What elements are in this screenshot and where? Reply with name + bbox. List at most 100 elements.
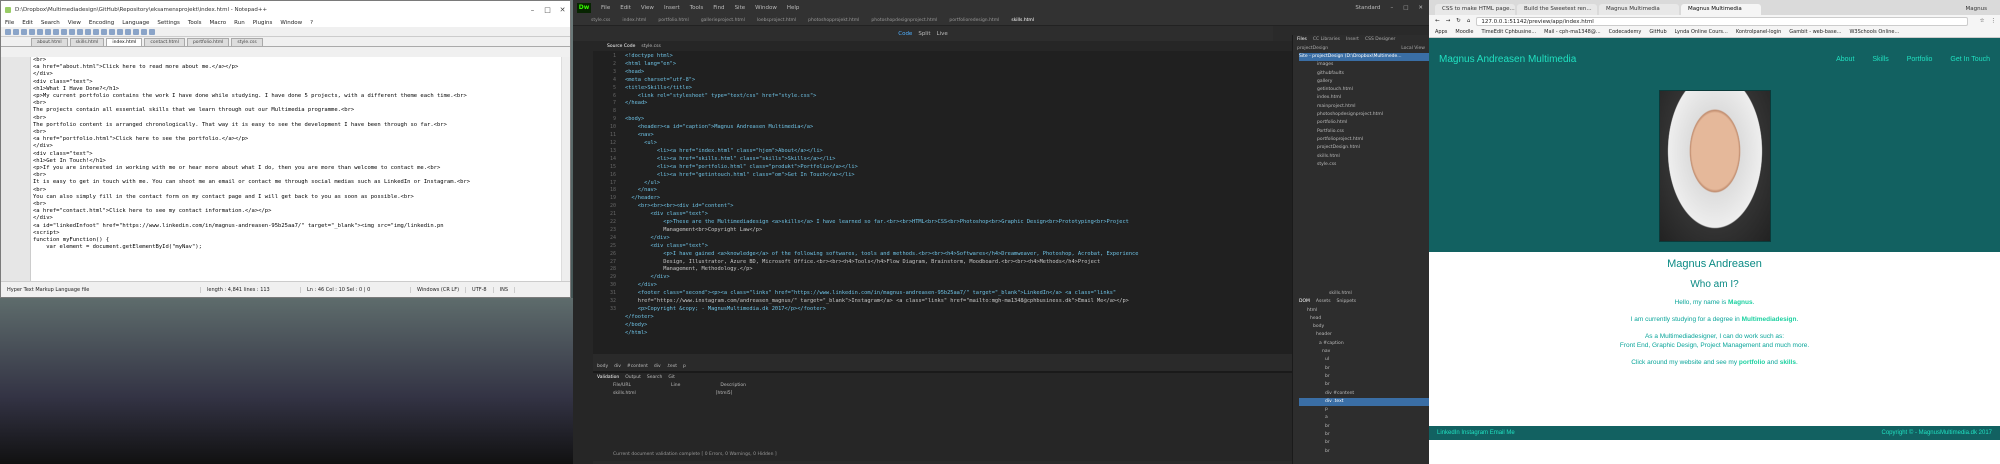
skills-link[interactable]: skills [1780,359,1796,366]
zoom-in-icon[interactable] [109,28,115,35]
file-tab[interactable]: portfolio.html [186,38,230,46]
file-item[interactable]: skills.html [1299,153,1429,161]
file-item[interactable]: gallery [1299,78,1429,86]
nav-about[interactable]: About [1836,56,1854,63]
file-item[interactable]: images [1299,61,1429,69]
tab-files[interactable]: Files [1297,37,1307,42]
source-code-tab[interactable]: Source Code [607,44,635,49]
replace-icon[interactable] [101,28,107,35]
file-tab[interactable]: photoshopprojekt.html [808,18,859,23]
dom-node[interactable]: br [1299,448,1430,456]
menu-item[interactable]: View [641,5,654,11]
bookmark[interactable]: Moodle [1455,29,1473,35]
reload-icon[interactable]: ↻ [1456,18,1461,24]
menu-item[interactable]: Tools [188,20,202,26]
dom-node[interactable]: br [1299,365,1430,373]
code-line[interactable]: <br> [33,129,561,136]
paste-icon[interactable] [69,28,75,35]
code-line[interactable]: <a href="portfolio.html">Click here to s… [33,136,561,143]
file-item[interactable]: mainproject.html [1299,103,1429,111]
tab-output[interactable]: Output [625,375,641,380]
file-tab[interactable]: skills.html [69,38,105,46]
menu-item[interactable]: Settings [157,20,180,26]
menu-item[interactable]: Search [41,20,60,26]
menu-item[interactable]: Encoding [89,20,114,26]
code-line[interactable]: var element = document.getElementById("m… [33,244,561,251]
menu-item[interactable]: Language [122,20,149,26]
record-macro-icon[interactable] [141,28,147,35]
code-line[interactable]: </div> [33,71,561,78]
minimize-icon[interactable]: – [525,6,540,14]
notepad-code[interactable]: <br> <a href="about.html">Click here to r… [31,57,561,283]
files-tree[interactable]: Site - projectDesign (D:\Dropbox\Multime… [1293,53,1429,169]
workspace-select[interactable]: Standard [1355,5,1380,11]
site-select[interactable]: projectDesign [1297,46,1328,51]
tab-dom[interactable]: DOM [1299,298,1310,306]
file-item[interactable]: style.css [1299,161,1429,169]
bookmark[interactable]: W3Schools Online... [1849,29,1899,35]
tab-css-designer[interactable]: CSS Designer [1365,37,1395,42]
browser-tab[interactable]: Build the Sweetest ren... [1517,4,1597,15]
dom-node[interactable]: ul [1299,356,1430,364]
menu-item[interactable]: Help [787,5,800,11]
bookmark-apps[interactable]: Apps [1435,29,1447,35]
code-line[interactable]: </div> [33,143,561,150]
view-live-button[interactable]: Live [937,31,948,37]
play-macro-icon[interactable] [149,28,155,35]
menu-item[interactable]: Site [735,5,746,11]
notepad-editor[interactable]: <br> <a href="about.html">Click here to r… [1,57,570,283]
tag-crumb[interactable]: div [614,364,621,369]
tag-crumb[interactable]: div [654,364,661,369]
file-tab[interactable]: loebsproject.html [757,18,796,23]
tab-snippets[interactable]: Snippets [1337,298,1357,306]
menu-item[interactable]: ? [310,20,313,26]
menu-item[interactable]: Edit [620,5,631,11]
tag-crumb[interactable]: .text [667,364,677,369]
code-line[interactable]: <br> [33,187,561,194]
related-file-tab[interactable]: style.css [641,44,660,49]
code-line[interactable]: function myFunction() { [33,237,561,244]
dom-node[interactable]: html [1299,307,1430,315]
code-line[interactable]: <a href="about.html">Click here to read … [33,64,561,71]
tab-search[interactable]: Search [647,375,662,380]
menu-item[interactable]: File [5,20,14,26]
file-tab[interactable]: style.css [591,18,610,23]
menu-icon[interactable]: ⋮ [1991,18,2000,24]
code-line[interactable]: The projects contain all essential skill… [33,107,561,114]
bookmark[interactable]: Gambit - web-base... [1789,29,1841,35]
close-file-icon[interactable] [37,28,43,35]
code-line[interactable]: </div> [33,215,561,222]
save-all-icon[interactable] [29,28,35,35]
bookmark[interactable]: Mail - cph-ma1348@... [1544,29,1600,35]
dom-node[interactable]: a [1299,414,1430,422]
tab-cc-libraries[interactable]: CC Libraries [1313,37,1340,42]
file-item[interactable]: githubfaults [1299,70,1429,78]
browser-tab[interactable]: CSS to make HTML page... [1435,4,1515,15]
menu-item[interactable]: Insert [664,5,680,11]
code-line[interactable]: <p>If you are interested in working with… [33,165,561,172]
validation-file[interactable]: skills.html [613,390,636,398]
dom-node[interactable]: br [1299,373,1430,381]
file-item[interactable]: photoshopdesignproject.html [1299,111,1429,119]
menu-item[interactable]: Window [280,20,302,26]
menu-item[interactable]: Run [234,20,245,26]
profile-name[interactable]: Magnus [1959,4,1994,15]
file-item[interactable]: portfolio.html [1299,119,1429,127]
file-item[interactable]: Portfolio.css [1299,128,1429,136]
dom-node[interactable]: body [1299,323,1430,331]
maximize-icon[interactable]: □ [1403,5,1408,11]
tag-crumb[interactable]: body [597,364,608,369]
code-line[interactable]: <a id="linkedInfoot" href="https://www.l… [33,223,561,230]
tab-insert[interactable]: Insert [1346,37,1359,42]
indent-guide-icon[interactable] [133,28,139,35]
code-line[interactable]: You can also simply fill in the contact … [33,194,561,201]
home-icon[interactable]: ⌂ [1467,18,1471,24]
file-tab[interactable]: portfolio.html [658,18,688,23]
file-tab[interactable]: about.html [31,38,68,46]
code-line[interactable]: <script> [33,230,561,237]
file-tab[interactable]: contact.html [144,38,185,46]
minimize-icon[interactable]: – [1390,5,1393,11]
nav-skills[interactable]: Skills [1872,56,1888,63]
file-tab-active[interactable]: index.html [106,38,143,46]
file-item[interactable]: getintouch.html [1299,86,1429,94]
